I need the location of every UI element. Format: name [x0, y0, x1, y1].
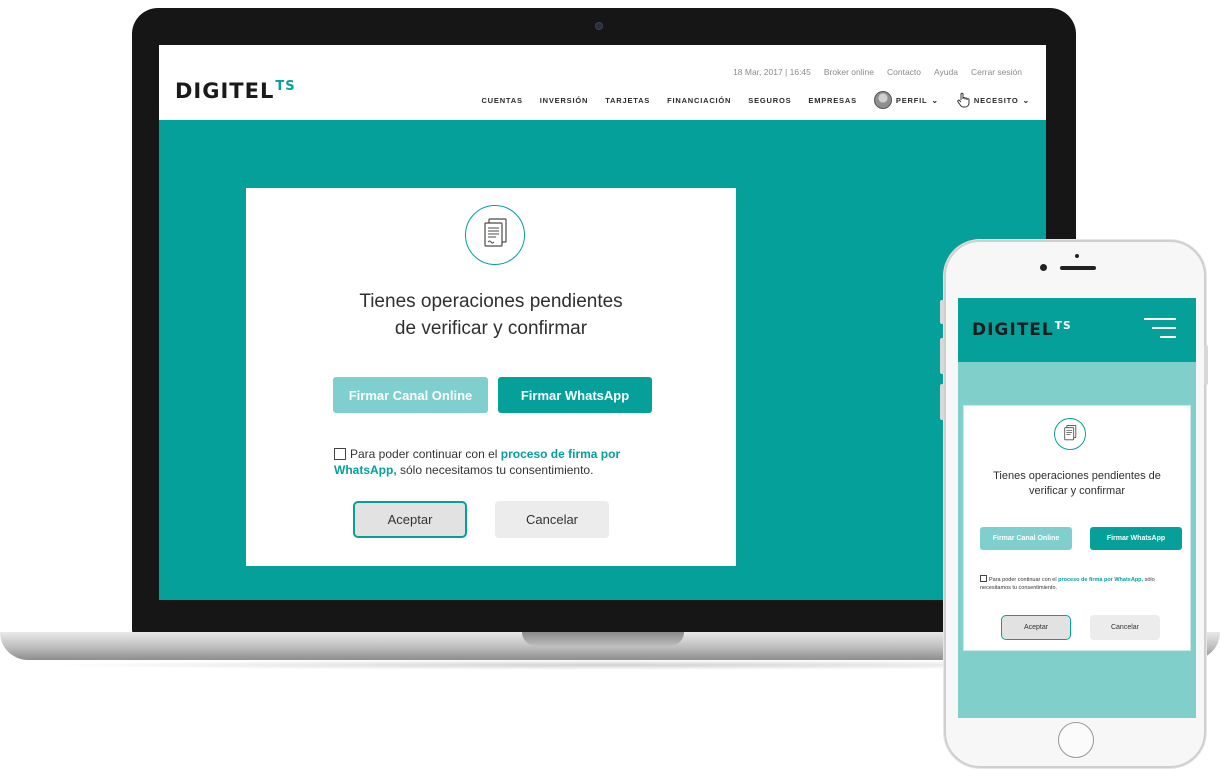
profile-menu[interactable]: PERFIL ⌄	[873, 91, 939, 109]
profile-label: PERFIL	[895, 95, 928, 105]
mobile-consent-checkbox[interactable]	[980, 575, 987, 582]
pending-operations-modal: Tienes operaciones pendientes de verific…	[246, 188, 736, 566]
cancel-button[interactable]: Cancelar	[495, 501, 609, 538]
mobile-consent-text: Para poder continuar con el proceso de f…	[980, 575, 1180, 592]
phone-home-button[interactable]	[1058, 722, 1094, 758]
nav-empresas[interactable]: EMPRESAS	[808, 96, 857, 105]
mobile-sign-whatsapp-button[interactable]: Firmar WhatsApp	[1090, 527, 1182, 550]
need-label: NECESITO	[973, 95, 1019, 105]
sign-whatsapp-button[interactable]: Firmar WhatsApp	[498, 377, 652, 413]
laptop-camera	[595, 22, 603, 30]
utility-bar: 18 Mar, 2017 | 16:45 Broker online Conta…	[733, 67, 1022, 77]
hamburger-menu-icon[interactable]	[1144, 316, 1176, 340]
hand-pointer-icon	[957, 92, 970, 108]
broker-online-link[interactable]: Broker online	[824, 67, 874, 77]
avatar-icon	[873, 91, 892, 109]
document-badge	[465, 205, 525, 265]
main-nav: CUENTAS INVERSIÓN TARJETAS FINANCIACIÓN …	[481, 91, 1030, 109]
phone-volume-up	[940, 338, 944, 374]
mobile-consent-text-before: Para poder continuar con el	[989, 577, 1059, 583]
contact-link[interactable]: Contacto	[887, 67, 921, 77]
chevron-down-icon: ⌄	[931, 95, 939, 105]
mobile-sign-online-button[interactable]: Firmar Canal Online	[980, 527, 1072, 550]
mobile-brand-name: DIGITEL	[972, 320, 1054, 340]
datetime-stamp: 18 Mar, 2017 | 16:45	[733, 67, 811, 77]
document-icon	[484, 218, 507, 247]
brand-name: DIGITEL	[175, 79, 275, 103]
phone-screen: DIGITELTS Tienes operaciones pendientes	[958, 298, 1196, 718]
mobile-modal-title-line-1: Tienes operaciones pendientes de	[993, 470, 1161, 482]
phone-speaker	[1060, 266, 1096, 270]
mobile-modal-title-line-2: verificar y confirmar	[1029, 485, 1125, 497]
phone-side-button	[940, 300, 944, 324]
chevron-down-icon: ⌄	[1022, 95, 1030, 105]
laptop-screen: DIGITELTS 18 Mar, 2017 | 16:45 Broker on…	[159, 45, 1046, 600]
nav-cuentas[interactable]: CUENTAS	[481, 96, 522, 105]
mockup-stage: DIGITELTS 18 Mar, 2017 | 16:45 Broker on…	[0, 0, 1220, 771]
consent-checkbox[interactable]	[334, 448, 346, 460]
phone-sensor	[1075, 254, 1079, 258]
accept-button[interactable]: Aceptar	[353, 501, 467, 538]
laptop-notch	[522, 632, 684, 646]
consent-text-before: Para poder continuar con el	[350, 447, 501, 461]
mobile-cancel-button[interactable]: Cancelar	[1090, 615, 1160, 640]
brand-logo[interactable]: DIGITELTS	[175, 79, 296, 103]
phone-front-camera	[1040, 264, 1047, 271]
mobile-modal-title: Tienes operaciones pendientes de verific…	[964, 469, 1190, 499]
modal-title-line-2: de verificar y confirmar	[394, 318, 588, 339]
mobile-pending-operations-modal: Tienes operaciones pendientes de verific…	[963, 405, 1191, 651]
help-link[interactable]: Ayuda	[934, 67, 958, 77]
modal-title-line-1: Tienes operaciones pendientes	[359, 291, 623, 312]
phone-volume-down	[940, 384, 944, 420]
logout-link[interactable]: Cerrar sesión	[971, 67, 1022, 77]
mobile-brand-suffix: TS	[1054, 320, 1072, 332]
modal-title: Tienes operaciones pendientes de verific…	[246, 288, 736, 342]
nav-inversion[interactable]: INVERSIÓN	[540, 96, 588, 105]
mobile-accept-button[interactable]: Aceptar	[1001, 615, 1071, 640]
consent-text-after: sólo necesitamos tu consentimiento.	[396, 463, 594, 477]
need-menu[interactable]: NECESITO ⌄	[956, 92, 1030, 108]
mobile-header: DIGITELTS	[958, 298, 1196, 362]
document-icon	[1064, 425, 1077, 441]
sign-online-button[interactable]: Firmar Canal Online	[333, 377, 488, 413]
consent-text: Para poder continuar con el proceso de f…	[334, 446, 664, 478]
mobile-document-badge	[1054, 418, 1086, 450]
phone-power-button	[1204, 345, 1208, 385]
brand-suffix: TS	[275, 79, 296, 94]
nav-seguros[interactable]: SEGUROS	[748, 96, 791, 105]
mobile-whatsapp-process-link[interactable]: proceso de firma por WhatsApp,	[1058, 577, 1143, 583]
site-header: DIGITELTS 18 Mar, 2017 | 16:45 Broker on…	[159, 45, 1046, 120]
nav-tarjetas[interactable]: TARJETAS	[605, 96, 650, 105]
nav-financiacion[interactable]: FINANCIACIÓN	[667, 96, 731, 105]
mobile-brand-logo[interactable]: DIGITELTS	[972, 320, 1072, 340]
